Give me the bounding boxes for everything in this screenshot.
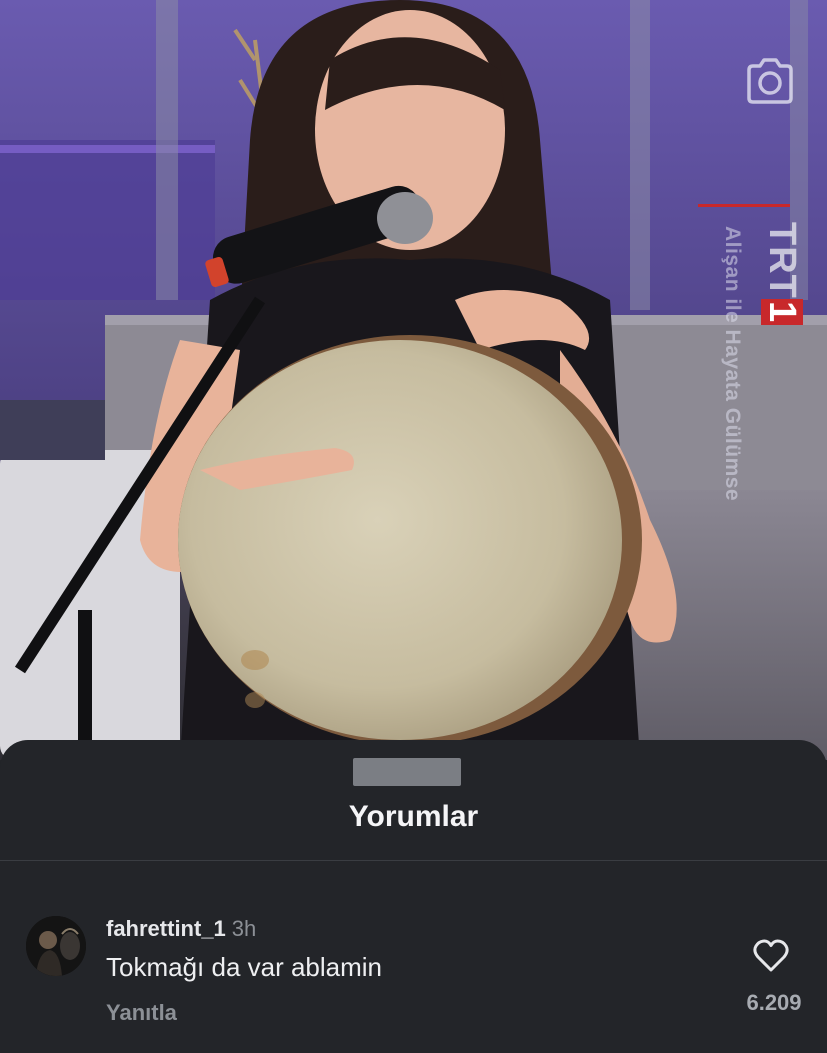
sheet-title: Yorumlar [348, 800, 479, 833]
channel-logo-number: 1 [761, 298, 803, 326]
avatar[interactable] [26, 916, 86, 976]
camera-button[interactable] [744, 56, 796, 106]
comment-timestamp: 3h [231, 916, 257, 941]
reply-button[interactable]: Yanıtla [106, 1000, 177, 1026]
comment-header: fahrettint_1 3h [106, 916, 256, 942]
heart-outline-icon [753, 939, 789, 972]
channel-watermark-rule [698, 204, 790, 207]
comment-item: fahrettint_1 3h Tokmağı da var ablamin Ya… [0, 910, 827, 1030]
channel-logo-text: TRT [761, 222, 803, 299]
sheet-divider [0, 860, 827, 861]
show-title-watermark: Alişan ile Hayata Gülümse [721, 226, 744, 502]
video-player[interactable]: TRT1 Alişan ile Hayata Gülümse [0, 0, 827, 760]
like-button[interactable] [752, 938, 790, 974]
video-frame-illustration [0, 0, 827, 760]
avatar-image [26, 916, 86, 976]
channel-logo: TRT1 [760, 222, 803, 326]
camera-icon [747, 58, 793, 104]
comments-sheet: Yorumlar fahrettint_1 3h Tokmağı da var a… [0, 740, 827, 1053]
comment-username[interactable]: fahrettint_1 [106, 916, 226, 941]
reels-comments-screen: TRT1 Alişan ile Hayata Gülümse Yorumlar … [0, 0, 827, 1053]
like-count: 6.209 [746, 990, 802, 1015]
comment-text: Tokmağı da var ablamin [106, 952, 383, 982]
sheet-drag-handle[interactable] [353, 758, 461, 786]
